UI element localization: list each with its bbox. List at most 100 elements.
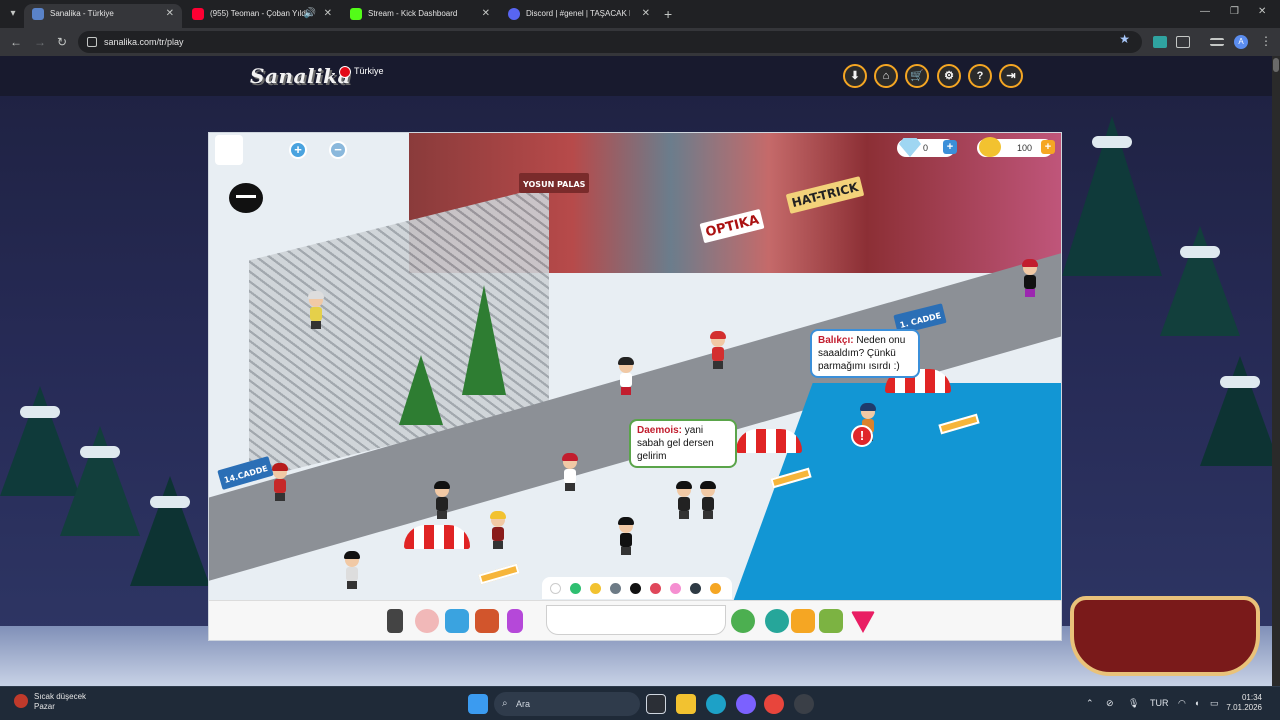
player-avatar[interactable] [307, 291, 325, 329]
clock[interactable]: 01:34 7.01.2026 [1224, 693, 1262, 713]
player-avatar[interactable] [699, 481, 717, 519]
player-avatar[interactable] [561, 453, 579, 491]
tab-kick[interactable]: Stream - Kick Dashboard ✕ [342, 4, 498, 28]
bookmark-star-icon[interactable]: ★ [1119, 32, 1130, 46]
own-avatar-portrait[interactable] [215, 135, 243, 165]
color-swatch[interactable] [650, 583, 661, 594]
home-button[interactable]: ⌂ [874, 64, 898, 88]
zoom-in-button[interactable]: + [289, 141, 307, 159]
new-tab-icon[interactable]: + [664, 5, 672, 23]
obs-icon[interactable] [794, 694, 814, 714]
tab-sanalika[interactable]: Sanalika - Türkiye ✕ [24, 4, 182, 28]
color-swatch[interactable] [590, 583, 601, 594]
game-frame[interactable]: YOSUN PALAS OPTIKA HAT-TRICK 1. CADDE 14… [208, 132, 1062, 641]
exclamation-alert-icon[interactable]: ! [851, 425, 873, 447]
tab-youtube[interactable]: (955) Teoman - Çoban Yıld 🔊 ✕ [184, 4, 340, 28]
player-avatar[interactable] [433, 481, 451, 519]
download-button[interactable]: ⬇ [843, 64, 867, 88]
chat-face-icon[interactable] [229, 183, 263, 213]
avatar-legs [1025, 289, 1035, 297]
add-gold-button[interactable]: + [1041, 140, 1055, 154]
player-avatar[interactable] [1021, 259, 1039, 297]
language-indicator[interactable]: TUR [1150, 697, 1169, 709]
settings-gear-button[interactable]: ⚙ [937, 64, 961, 88]
extension-icon[interactable] [1153, 36, 1167, 48]
scrollbar-thumb[interactable] [1273, 58, 1279, 72]
tray-chevron-icon[interactable]: ⌃ [1086, 697, 1094, 709]
player-avatar[interactable] [675, 481, 693, 519]
close-window-icon[interactable]: ✕ [1258, 6, 1266, 17]
microphone-icon[interactable]: 🎙 [1128, 697, 1139, 709]
maximize-icon[interactable]: ❐ [1230, 6, 1239, 17]
game-scene[interactable]: YOSUN PALAS OPTIKA HAT-TRICK 1. CADDE 14… [209, 133, 1061, 600]
phone-icon[interactable] [387, 609, 403, 633]
inventory-bag-icon[interactable] [475, 609, 499, 633]
file-explorer-icon[interactable] [676, 694, 696, 714]
close-tab-icon[interactable]: ✕ [166, 4, 174, 24]
color-swatch[interactable] [630, 583, 641, 594]
color-swatch[interactable] [690, 583, 701, 594]
pine-tree [462, 285, 506, 395]
minimize-icon[interactable]: — [1200, 6, 1210, 17]
island-icon[interactable] [819, 609, 843, 633]
media-icon[interactable] [1210, 38, 1224, 46]
chat-bubble: Daemois: yani sabah gel dersen gelirim [629, 419, 737, 468]
url-text[interactable]: sanalika.com/tr/play [104, 31, 184, 53]
close-tab-icon[interactable]: ✕ [324, 4, 332, 24]
player-avatar[interactable] [709, 331, 727, 369]
logout-button[interactable]: ⇥ [999, 64, 1023, 88]
dance-icon[interactable] [507, 609, 523, 633]
player-avatar[interactable] [343, 551, 361, 589]
player-avatar[interactable] [617, 517, 635, 555]
wifi-icon[interactable]: ◠ [1178, 697, 1186, 709]
forward-icon[interactable]: → [34, 34, 46, 50]
close-tab-icon[interactable]: ✕ [482, 4, 490, 24]
tab-discord[interactable]: Discord | #genel | TAŞACAK BU ✕ [500, 4, 658, 28]
chat-input[interactable] [546, 605, 726, 635]
clothes-icon[interactable] [445, 609, 469, 633]
beach-umbrella [404, 525, 470, 549]
page-scrollbar[interactable] [1272, 56, 1280, 686]
chat-bubble-icon[interactable] [731, 609, 755, 633]
sanalika-logo[interactable]: Sanalika [250, 64, 351, 88]
puzzle-icon[interactable] [1176, 36, 1190, 48]
back-icon[interactable]: ← [10, 34, 22, 50]
color-swatch[interactable] [710, 583, 721, 594]
battery-icon[interactable]: ▭ [1210, 697, 1219, 709]
close-tab-icon[interactable]: ✕ [642, 4, 650, 24]
more-menu-icon[interactable]: ⋮ [1260, 34, 1272, 48]
profile-avatar[interactable]: A [1234, 35, 1248, 49]
menu-arrow-icon[interactable] [851, 611, 875, 633]
copilot-icon[interactable] [736, 694, 756, 714]
page-content: Sanalika Türkiye ⬇ ⌂ 🛒 ⚙ ? ⇥ YOSUN PALAS [0, 56, 1280, 686]
shop-cart-button[interactable]: 🛒 [905, 64, 929, 88]
edge-icon[interactable] [706, 694, 726, 714]
address-bar[interactable]: sanalika.com/tr/play ★ [78, 31, 1142, 53]
color-swatch[interactable] [670, 583, 681, 594]
trophy-icon[interactable] [791, 609, 815, 633]
zoom-out-button[interactable]: − [329, 141, 347, 159]
weather-title: Sıcak düşecek [34, 692, 87, 701]
add-diamond-button[interactable]: + [943, 140, 957, 154]
avatar-legs [275, 493, 285, 501]
network-off-icon[interactable]: ⊘ [1106, 697, 1114, 709]
help-button[interactable]: ? [968, 64, 992, 88]
task-view-icon[interactable] [646, 694, 666, 714]
color-swatch[interactable] [610, 583, 621, 594]
emotes-icon[interactable] [415, 609, 439, 633]
volume-icon[interactable]: ◖ [1194, 697, 1199, 709]
color-swatch[interactable] [550, 583, 561, 594]
player-avatar[interactable] [617, 357, 635, 395]
start-windows-icon[interactable] [468, 694, 488, 714]
sun-lounger[interactable] [478, 563, 520, 585]
friends-icon[interactable] [765, 609, 789, 633]
chrome-icon[interactable] [764, 694, 784, 714]
site-info-icon[interactable] [87, 37, 97, 47]
player-avatar[interactable] [489, 511, 507, 549]
speaker-icon[interactable]: 🔊 [304, 4, 316, 24]
player-avatar[interactable] [271, 463, 289, 501]
taskbar-search[interactable]: ⌕ Ara [494, 692, 640, 716]
reload-icon[interactable]: ↻ [57, 34, 67, 50]
tab-search-chevron-icon[interactable]: ▾ [4, 5, 22, 23]
color-swatch[interactable] [570, 583, 581, 594]
